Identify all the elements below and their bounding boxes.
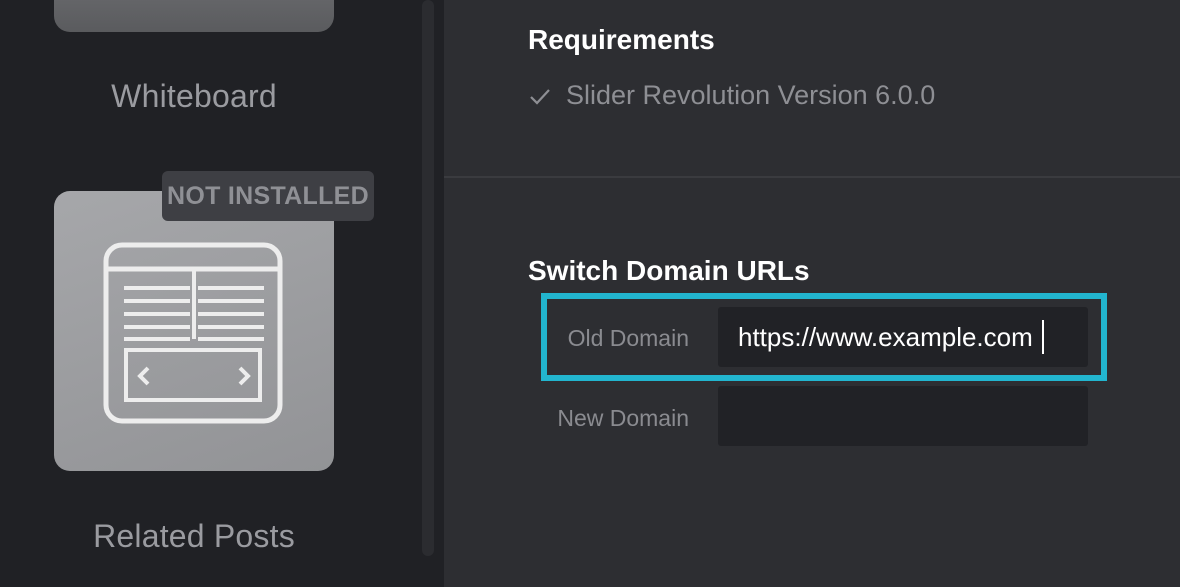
whiteboard-addon-title[interactable]: Whiteboard xyxy=(54,78,334,115)
related-posts-icon xyxy=(103,242,283,424)
addon-settings-panel: Requirements Slider Revolution Version 6… xyxy=(444,0,1180,587)
section-divider xyxy=(444,176,1180,178)
addon-sidebar: Whiteboard NOT INSTALLED Related Posts xyxy=(0,0,444,587)
switch-domain-heading: Switch Domain URLs xyxy=(528,255,810,286)
sidebar-scrollbar[interactable] xyxy=(422,0,434,556)
whiteboard-addon-thumbnail[interactable] xyxy=(54,0,334,32)
requirement-item: Slider Revolution Version 6.0.0 xyxy=(528,80,935,111)
new-domain-label: New Domain xyxy=(557,405,689,431)
not-installed-badge: NOT INSTALLED xyxy=(162,171,374,221)
new-domain-input[interactable] xyxy=(718,386,1088,446)
related-posts-addon-title[interactable]: Related Posts xyxy=(54,518,334,555)
focus-highlight-box xyxy=(541,293,1107,381)
check-icon xyxy=(530,88,550,105)
related-posts-addon-card[interactable] xyxy=(54,191,334,471)
requirement-label: Slider Revolution Version 6.0.0 xyxy=(566,80,936,110)
requirements-heading: Requirements xyxy=(528,24,715,55)
